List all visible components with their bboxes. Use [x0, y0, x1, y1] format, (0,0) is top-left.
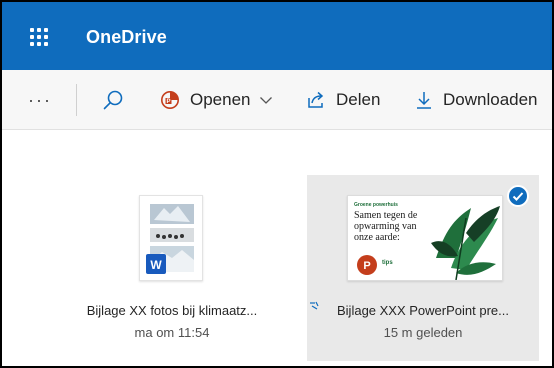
command-bar: ··· P Openen Delen Downloaden [2, 70, 552, 130]
word-icon: W [146, 254, 166, 274]
open-label: Openen [190, 90, 251, 109]
command-divider [76, 84, 77, 116]
svg-text:P: P [363, 260, 370, 272]
download-label: Downloaden [443, 90, 538, 109]
file-tile-word[interactable]: W Bijlage XX fotos bij klimaatz... ma om… [56, 175, 288, 361]
open-button[interactable]: P Openen [160, 70, 273, 130]
search-icon [103, 90, 123, 110]
file-name[interactable]: Bijlage XXX PowerPoint pre... [307, 303, 539, 318]
powerpoint-icon: P [357, 255, 377, 275]
selected-checkmark-icon[interactable] [507, 185, 529, 207]
app-launcher-icon[interactable] [30, 28, 48, 46]
powerpoint-slide-thumbnail: Groene powerhuis Samen tegen de opwarmin… [347, 195, 503, 281]
plant-illustration [431, 206, 500, 280]
download-button[interactable]: Downloaden [415, 70, 538, 130]
file-grid: W Bijlage XX fotos bij klimaatz... ma om… [2, 131, 552, 366]
slide-kicker: Groene powerhuis [354, 202, 398, 208]
word-document-thumbnail: W [139, 195, 203, 281]
chevron-down-icon[interactable] [259, 95, 273, 105]
slide-title: Samen tegen de opwarming van onze aarde: [354, 210, 418, 243]
file-name[interactable]: Bijlage XX fotos bij klimaatz... [56, 303, 288, 318]
share-label: Delen [336, 90, 381, 109]
file-modified: 15 m geleden [383, 325, 463, 340]
share-icon [308, 91, 324, 108]
search-button[interactable] [102, 70, 124, 130]
app-title[interactable]: OneDrive [86, 27, 167, 48]
more-actions-button[interactable]: ··· [28, 70, 52, 130]
file-tile-powerpoint[interactable]: Groene powerhuis Samen tegen de opwarmin… [307, 175, 539, 361]
onedrive-window: OneDrive ··· P Openen Delen Downloaden W… [0, 0, 554, 368]
download-icon [417, 92, 431, 109]
slide-subtitle: tips [382, 260, 393, 266]
share-button[interactable]: Delen [306, 70, 380, 130]
svg-text:W: W [150, 258, 162, 272]
app-header: OneDrive [2, 2, 552, 70]
svg-text:P: P [166, 99, 170, 105]
powerpoint-icon: P [161, 91, 179, 109]
file-modified: ma om 11:54 [134, 325, 210, 340]
